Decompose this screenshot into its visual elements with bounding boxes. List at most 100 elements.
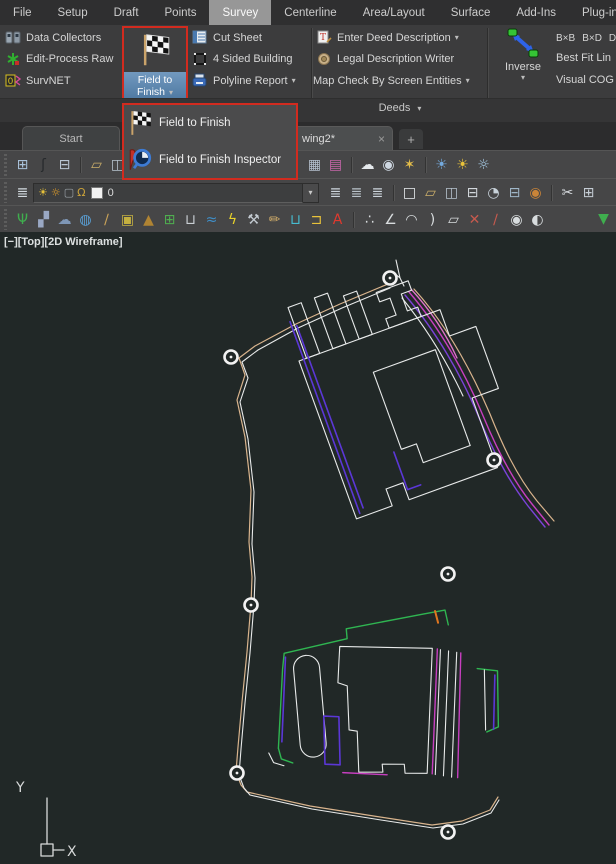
tub-icon[interactable]: ⊔ — [180, 209, 201, 231]
menu-setup[interactable]: Setup — [45, 0, 101, 25]
viewport-visual-style-control[interactable]: [2D Wireframe] — [44, 236, 122, 248]
pencil-slope-icon[interactable]: ✏ — [264, 209, 285, 231]
layer-unlock-icon: Ω — [77, 185, 85, 201]
close-tab-icon[interactable]: × — [371, 132, 392, 146]
layer-states-icon[interactable]: ≣ — [325, 182, 346, 204]
shape-icon[interactable]: ▱ — [443, 209, 464, 231]
menu-points[interactable]: Points — [152, 0, 210, 25]
layer-combobox-caret[interactable]: ▾ — [303, 183, 319, 203]
layer-properties-icon[interactable]: ≣ — [12, 182, 33, 204]
tab-drawing2[interactable]: wing2* × — [298, 126, 393, 150]
toolbar-grip[interactable] — [2, 154, 9, 176]
wand-cursor-icon[interactable]: ✶ — [399, 154, 420, 176]
viewport-view-control[interactable]: [Top] — [18, 236, 45, 248]
new-tab-button[interactable]: + — [399, 129, 423, 149]
xref-attach-icon[interactable]: ⊞ — [12, 154, 33, 176]
camera-icon[interactable]: ▣ — [117, 209, 138, 231]
storm-cloud-icon[interactable]: ☁ — [54, 209, 75, 231]
spiral-icon[interactable]: ) — [422, 209, 443, 231]
menu-plug-ins[interactable]: Plug-ins — [569, 0, 616, 25]
layer-isolate-icon[interactable]: ☀ — [431, 154, 452, 176]
folder-export-icon[interactable]: ⊟ — [54, 154, 75, 176]
cut-sheet-button[interactable]: Cut Sheet — [192, 30, 310, 45]
menu-add-ins[interactable]: Add-Ins — [503, 0, 569, 25]
intersect-glyph-row: B×B B×D D×B — [556, 31, 616, 46]
toolbar-grip[interactable] — [2, 209, 9, 231]
stockpile-icon[interactable]: ▲ — [138, 209, 159, 231]
total-station-icon[interactable]: Ψ — [12, 209, 33, 231]
polyline-icon[interactable]: ∠ — [380, 209, 401, 231]
save-file-icon[interactable]: ◫ — [441, 182, 462, 204]
intersect-bb-icon[interactable]: B×B — [556, 33, 575, 44]
eplot-icon[interactable]: ⊟ — [504, 182, 525, 204]
circle-snap-icon[interactable]: ◉ — [506, 209, 527, 231]
erase-icon[interactable]: ✕ — [464, 209, 485, 231]
toolbar-grip[interactable] — [2, 182, 9, 204]
road-icon[interactable]: ▞ — [33, 209, 54, 231]
intersect-db-icon[interactable]: D×B — [609, 33, 616, 44]
sphere-icon[interactable]: ◐ — [527, 209, 548, 231]
globe-search-icon[interactable]: ◍ — [75, 209, 96, 231]
best-fit-line-button[interactable]: Best Fit Lin — [556, 52, 616, 67]
edit-process-raw-button[interactable]: Edit-Process Raw — [5, 52, 119, 67]
new-file-icon[interactable]: □ — [399, 182, 420, 204]
intersect-bd-icon[interactable]: B×D — [582, 33, 602, 44]
menu-draft[interactable]: Draft — [101, 0, 152, 25]
chevron-down-icon: ▾ — [466, 76, 470, 85]
layer-match-icon[interactable]: ≣ — [367, 182, 388, 204]
drill-rig-icon[interactable]: A — [327, 209, 348, 231]
pan-cloud-icon[interactable]: ☁ — [357, 154, 378, 176]
mine-cart-icon[interactable]: ⊔ — [285, 209, 306, 231]
copy-icon[interactable]: ⊞ — [578, 182, 599, 204]
break-line-icon[interactable]: ∕ — [485, 209, 506, 231]
ribbon-panel-survey-tools: Cut Sheet 4 Sided Building Polyline Repo… — [192, 30, 310, 95]
flyout-field-to-finish-inspector[interactable]: Field to Finish Inspector — [124, 142, 296, 178]
menu-survey[interactable]: Survey — [209, 0, 271, 25]
gradient-icon[interactable]: ▤ — [325, 154, 346, 176]
deeds-panel-title[interactable]: Deeds ▾ — [313, 102, 487, 114]
tab-start[interactable]: Start — [22, 126, 120, 150]
cut-icon[interactable]: ✂ — [557, 182, 578, 204]
layer-previous-icon[interactable]: ≣ — [346, 182, 367, 204]
layer-on-bulb-icon[interactable]: ☀ — [452, 154, 473, 176]
enter-deed-description-button[interactable]: T Enter Deed Description ▾ — [316, 30, 486, 45]
dump-truck-icon[interactable]: ⊐ — [306, 209, 327, 231]
lightning-icon[interactable]: ϟ — [222, 209, 243, 231]
polyline-report-button[interactable]: Polyline Report ▾ — [192, 73, 310, 88]
inverse-button[interactable]: Inverse ▾ — [494, 28, 552, 82]
image-icon[interactable]: ▦ — [304, 154, 325, 176]
legal-description-writer-button[interactable]: Legal Description Writer — [316, 52, 486, 67]
screen-copy-icon[interactable]: ⊞ — [159, 209, 180, 231]
viewport-minimize-control[interactable]: [−] — [4, 236, 18, 248]
edit-process-raw-icon — [5, 52, 21, 67]
four-sided-building-button[interactable]: 4 Sided Building — [192, 52, 310, 67]
tools-icon[interactable]: ⚒ — [243, 209, 264, 231]
menu-area-layout[interactable]: Area/Layout — [350, 0, 438, 25]
data-collectors-button[interactable]: Data Collectors — [5, 30, 119, 45]
open-file-icon[interactable]: ▱ — [420, 182, 441, 204]
menu-surface[interactable]: Surface — [438, 0, 504, 25]
point-marker-icon[interactable]: ∴ — [359, 209, 380, 231]
visual-cogo-button[interactable]: Visual COG — [556, 74, 616, 89]
layer-freeze-bulb-icon[interactable]: ☼ — [473, 154, 494, 176]
hook-tool-icon[interactable]: ʃ — [33, 154, 54, 176]
filter-icon[interactable]: ▼ — [593, 208, 614, 230]
model-space[interactable]: [−][Top][2D Wireframe] — [0, 232, 616, 864]
ucs-icon[interactable]: Y X — [15, 780, 77, 860]
landscape-icon[interactable]: ≈ — [201, 209, 222, 231]
print-icon[interactable]: ⊟ — [462, 182, 483, 204]
layer-combobox[interactable]: ☀☼▢Ω 0 — [33, 183, 303, 203]
print-preview-icon[interactable]: ◔ — [483, 182, 504, 204]
pick-tool-icon[interactable]: ∕ — [96, 209, 117, 231]
open-drawing-icon[interactable]: ▱ — [86, 154, 107, 176]
arc-icon[interactable]: ◠ — [401, 209, 422, 231]
flyout-field-to-finish[interactable]: Field to Finish — [124, 105, 296, 141]
survnet-button[interactable]: 0 SurvNET — [5, 73, 119, 88]
eye-icon[interactable]: ◉ — [378, 154, 399, 176]
field-to-finish-splitbutton[interactable]: Field to Finish▾ — [122, 26, 188, 103]
menu-file[interactable]: File — [0, 0, 45, 25]
map-check-button[interactable]: Map Check By Screen Entities ▾ — [313, 73, 486, 88]
inverse-icon — [506, 28, 540, 58]
menu-centerline[interactable]: Centerline — [271, 0, 349, 25]
publish-icon[interactable]: ◉ — [525, 182, 546, 204]
